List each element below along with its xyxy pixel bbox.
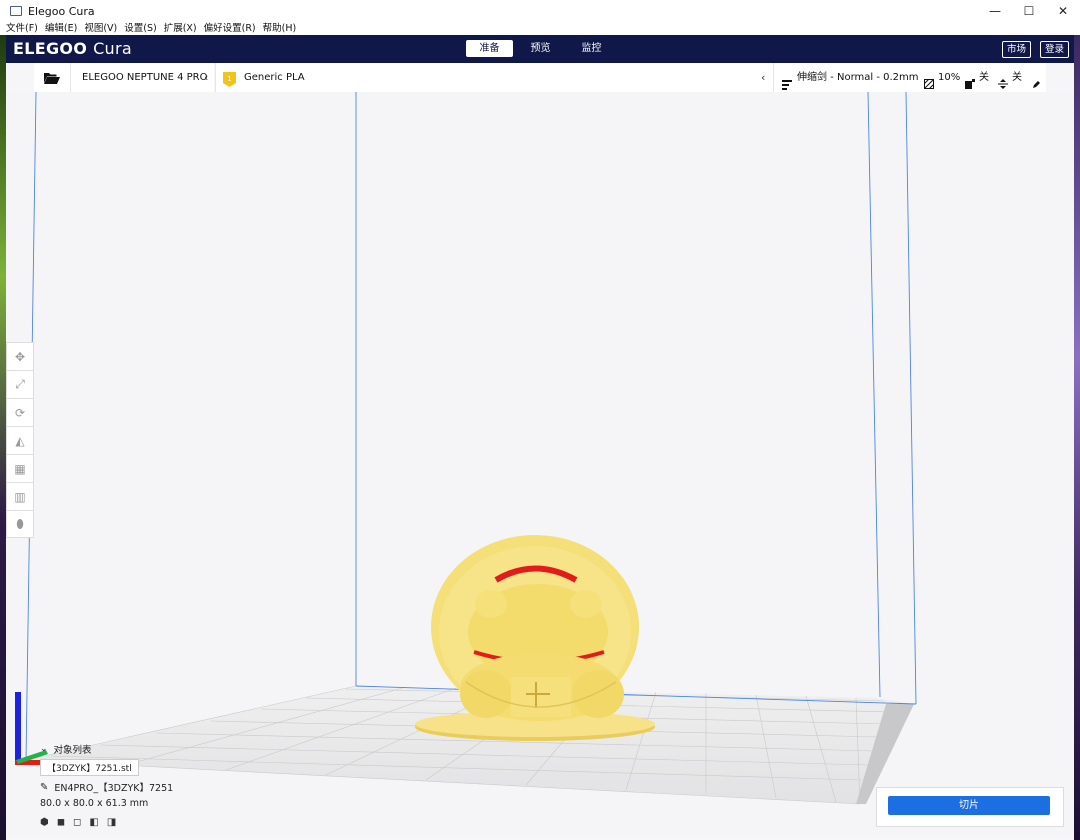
rotate-icon: ⟳ (14, 405, 26, 420)
scale-icon: ⤢ (15, 377, 25, 391)
window-title: Elegoo Cura (28, 4, 95, 18)
transform-tools: ✥ ⤢ ⟳ ◭ ▦ ▥ ⬮ (6, 342, 34, 538)
extruder-number: 1 (227, 75, 231, 83)
material-selector[interactable]: 1 Generic PLA ‹ (215, 63, 775, 92)
slice-panel: 切片 (876, 787, 1064, 827)
close-button[interactable]: ✕ (1046, 0, 1080, 22)
object-list-item[interactable]: 【3DZYK】7251.stl (40, 759, 139, 776)
tab-monitor[interactable]: 监控 (568, 40, 615, 57)
open-file-button[interactable] (34, 63, 70, 92)
support-blocker-button[interactable]: ▥ (6, 482, 34, 510)
print-settings-selector[interactable]: 伸缩剑 - Normal - 0.2mm 10% 关 关 (773, 63, 1046, 92)
folder-open-icon (44, 72, 60, 84)
slice-button[interactable]: 切片 (888, 796, 1050, 815)
logo-main: ELEGOO (13, 39, 88, 58)
printer-selector[interactable]: ELEGOO NEPTUNE 4 PRO ‹ (70, 63, 214, 92)
menu-extensions[interactable]: 扩展(X) (164, 22, 197, 35)
cylinder-icon: ⬮ (16, 516, 24, 531)
chevron-down-icon: ⌄ (40, 744, 48, 754)
support-blocker-icon: ▥ (14, 489, 26, 504)
tab-prepare[interactable]: 准备 (466, 40, 513, 57)
view-left-icon[interactable]: ◧ (89, 817, 98, 828)
menu-view[interactable]: 视图(V) (84, 22, 117, 35)
mirror-icon: ◭ (15, 433, 25, 448)
per-model-settings-button[interactable]: ▦ (6, 454, 34, 482)
window-controls: — ☐ ✕ (978, 0, 1080, 22)
printer-name: ELEGOO NEPTUNE 4 PRO (82, 72, 208, 83)
view-top-icon[interactable]: ◻ (73, 817, 81, 828)
3d-viewport[interactable]: ✥ ⤢ ⟳ ◭ ▦ ▥ ⬮ ⌄ 对象列表 【3DZYK】7251.stl ✎ E… (6, 92, 1074, 834)
cura-window: Elegoo Cura — ☐ ✕ 文件(F) 编辑(E) 视图(V) 设置(S… (0, 0, 1080, 840)
title-bar: Elegoo Cura — ☐ ✕ (0, 0, 1080, 22)
move-icon: ✥ (14, 349, 26, 364)
view-front-icon[interactable]: ◼ (57, 817, 65, 828)
adhesion-value: 关 (1012, 72, 1022, 83)
object-name-row: ✎ EN4PRO_【3DZYK】7251 (40, 780, 174, 795)
menu-bar: 文件(F) 编辑(E) 视图(V) 设置(S) 扩展(X) 偏好设置(R) 帮助… (0, 22, 1080, 35)
desktop-edge-right (1074, 35, 1080, 840)
move-tool-button[interactable]: ✥ (6, 342, 34, 370)
extruder-badge-icon: 1 (223, 70, 236, 87)
object-list-header[interactable]: ⌄ 对象列表 (40, 742, 173, 756)
chevron-left-icon: ‹ (204, 71, 209, 84)
minimize-button[interactable]: — (978, 0, 1012, 22)
material-name: Generic PLA (244, 72, 305, 83)
menu-preferences[interactable]: 偏好设置(R) (204, 22, 256, 35)
menu-edit[interactable]: 编辑(E) (45, 22, 77, 35)
object-list-title: 对象列表 (53, 745, 92, 756)
stage-tabs: 准备 预览 监控 (466, 40, 619, 57)
app-header: ELEGOO Cura 准备 预览 监控 市场 登录 (6, 35, 1074, 63)
rotate-tool-button[interactable]: ⟳ (6, 398, 34, 426)
menu-settings[interactable]: 设置(S) (124, 22, 156, 35)
build-volume-scene (15, 92, 917, 805)
scale-tool-button[interactable]: ⤢ (6, 370, 34, 398)
object-dimensions: 80.0 x 80.0 x 61.3 mm (40, 798, 149, 809)
print-setup-toolbar: ELEGOO NEPTUNE 4 PRO ‹ 1 Generic PLA ‹ 伸… (6, 63, 1074, 92)
cylinder-tool-button[interactable]: ⬮ (6, 510, 34, 538)
login-button[interactable]: 登录 (1040, 41, 1070, 58)
tab-preview[interactable]: 预览 (517, 40, 564, 57)
logo-sub: Cura (93, 39, 132, 58)
chevron-left-icon: ‹ (761, 71, 766, 84)
desktop-edge-left (0, 35, 6, 840)
view-right-icon[interactable]: ◨ (107, 817, 116, 828)
view-orientation-buttons: ⬢ ◼ ◻ ◧ ◨ (40, 817, 173, 828)
view-3d-icon[interactable]: ⬢ (40, 817, 49, 828)
support-value: 关 (979, 72, 989, 83)
profile-name: 伸缩剑 - Normal - 0.2mm (797, 72, 919, 83)
maximize-button[interactable]: ☐ (1012, 0, 1046, 22)
menu-help[interactable]: 帮助(H) (263, 22, 297, 35)
mirror-tool-button[interactable]: ◭ (6, 426, 34, 454)
menu-file[interactable]: 文件(F) (6, 22, 38, 35)
elegoo-cura-logo: ELEGOO Cura (13, 39, 132, 58)
marketplace-button[interactable]: 市场 (1002, 41, 1032, 58)
object-list-panel: ⌄ 对象列表 【3DZYK】7251.stl ✎ EN4PRO_【3DZYK】7… (40, 742, 173, 828)
object-name: EN4PRO_【3DZYK】7251 (54, 783, 174, 794)
infill-value: 10% (938, 72, 961, 83)
app-icon (10, 6, 22, 16)
pencil-icon[interactable]: ✎ (40, 782, 48, 793)
per-model-settings-icon: ▦ (14, 461, 26, 476)
